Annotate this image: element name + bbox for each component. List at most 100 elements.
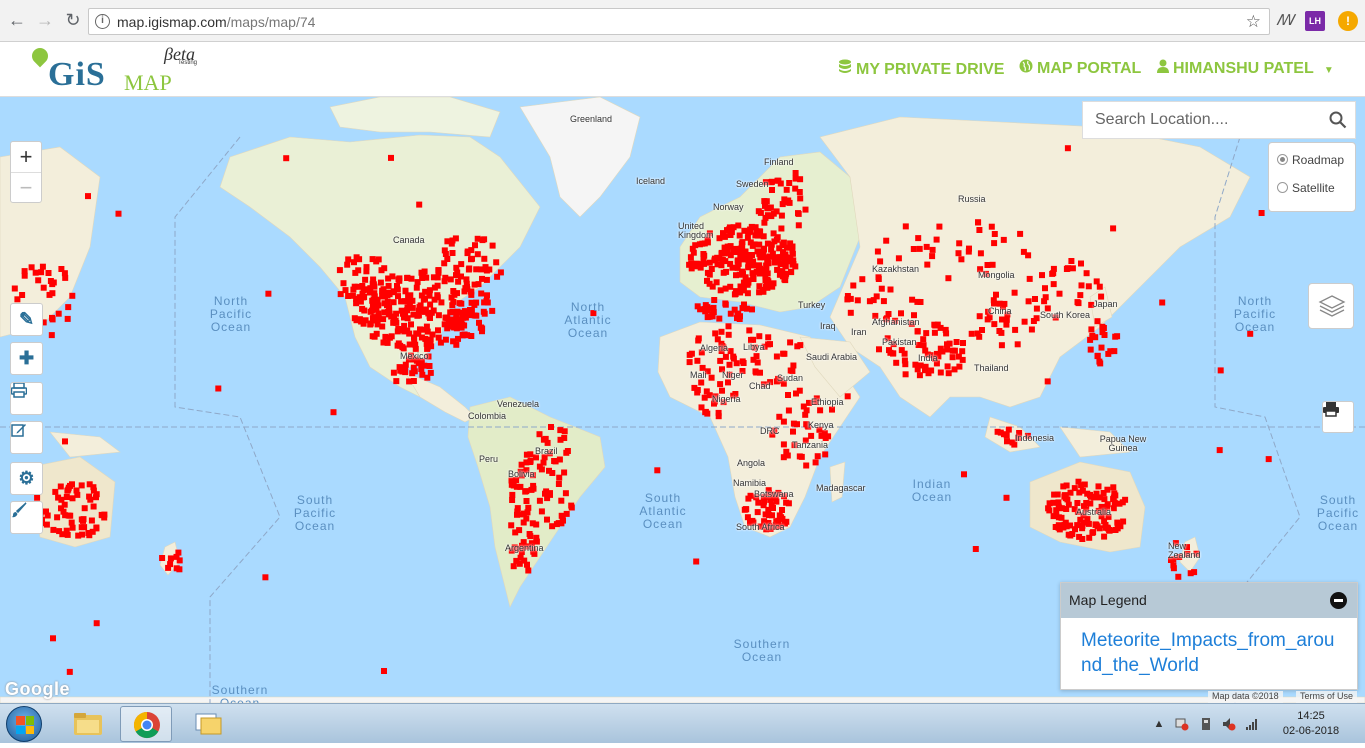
- meteorite-marker[interactable]: [1061, 493, 1068, 500]
- meteorite-marker[interactable]: [393, 310, 400, 317]
- meteorite-marker[interactable]: [410, 378, 417, 384]
- meteorite-marker[interactable]: [1056, 290, 1063, 297]
- meteorite-marker[interactable]: [844, 393, 851, 400]
- meteorite-marker[interactable]: [988, 223, 995, 230]
- meteorite-marker[interactable]: [968, 330, 975, 337]
- meteorite-marker[interactable]: [785, 407, 792, 414]
- meteorite-marker[interactable]: [1054, 491, 1061, 498]
- meteorite-marker[interactable]: [443, 314, 450, 321]
- meteorite-marker[interactable]: [757, 209, 764, 216]
- meteorite-marker[interactable]: [386, 304, 393, 311]
- meteorite-marker[interactable]: [742, 248, 749, 255]
- meteorite-marker[interactable]: [689, 245, 696, 252]
- meteorite-marker[interactable]: [1069, 265, 1076, 272]
- url-text[interactable]: map.igismap.com/maps/map/74: [117, 14, 315, 30]
- meteorite-marker[interactable]: [473, 299, 480, 306]
- meteorite-marker[interactable]: [54, 514, 61, 521]
- meteorite-marker[interactable]: [721, 250, 728, 257]
- meteorite-marker[interactable]: [750, 258, 757, 265]
- meteorite-marker[interactable]: [883, 237, 890, 244]
- meteorite-marker[interactable]: [1012, 326, 1019, 333]
- taskbar-chrome[interactable]: [120, 706, 172, 742]
- meteorite-marker[interactable]: [780, 454, 787, 461]
- meteorite-marker[interactable]: [468, 256, 474, 263]
- nav-private-drive[interactable]: MY PRIVATE DRIVE: [838, 59, 1004, 79]
- meteorite-marker[interactable]: [336, 267, 343, 274]
- meteorite-marker[interactable]: [746, 327, 753, 334]
- meteorite-marker[interactable]: [761, 254, 768, 261]
- meteorite-marker[interactable]: [787, 339, 794, 346]
- meteorite-marker[interactable]: [173, 553, 180, 560]
- meteorite-marker[interactable]: [368, 307, 375, 314]
- meteorite-marker[interactable]: [426, 363, 433, 369]
- meteorite-marker[interactable]: [1011, 289, 1018, 296]
- meteorite-marker[interactable]: [67, 512, 74, 519]
- meteorite-marker[interactable]: [767, 204, 774, 211]
- meteorite-marker[interactable]: [955, 250, 962, 257]
- meteorite-marker[interactable]: [430, 274, 437, 281]
- meteorite-marker[interactable]: [753, 228, 760, 235]
- meteorite-marker[interactable]: [783, 270, 790, 277]
- meteorite-marker[interactable]: [795, 210, 802, 217]
- meteorite-marker[interactable]: [558, 520, 565, 527]
- meteorite-marker[interactable]: [1003, 494, 1010, 501]
- meteorite-marker[interactable]: [1063, 482, 1070, 489]
- meteorite-marker[interactable]: [167, 555, 174, 562]
- meteorite-marker[interactable]: [46, 291, 53, 298]
- meteorite-marker[interactable]: [522, 488, 529, 495]
- meteorite-marker[interactable]: [1014, 341, 1021, 348]
- meteorite-marker[interactable]: [716, 315, 723, 322]
- taskbar-windows[interactable]: [182, 706, 234, 742]
- meteorite-marker[interactable]: [936, 223, 943, 230]
- meteorite-marker[interactable]: [966, 245, 972, 252]
- meteorite-marker[interactable]: [850, 282, 857, 289]
- meteorite-marker[interactable]: [937, 369, 944, 376]
- meteorite-marker[interactable]: [1075, 300, 1082, 307]
- meteorite-marker[interactable]: [700, 257, 707, 263]
- meteorite-marker[interactable]: [778, 225, 785, 232]
- meteorite-marker[interactable]: [711, 297, 718, 303]
- meteorite-marker[interactable]: [47, 278, 54, 284]
- meteorite-marker[interactable]: [694, 357, 701, 364]
- meteorite-marker[interactable]: [1159, 299, 1166, 306]
- meteorite-marker[interactable]: [959, 356, 966, 363]
- meteorite-marker[interactable]: [552, 458, 559, 465]
- meteorite-marker[interactable]: [958, 256, 965, 263]
- meteorite-marker[interactable]: [413, 284, 420, 291]
- meteorite-marker[interactable]: [870, 297, 877, 304]
- style-tool-button[interactable]: [10, 501, 43, 534]
- meteorite-marker[interactable]: [356, 316, 363, 323]
- meteorite-marker[interactable]: [359, 283, 366, 289]
- meteorite-marker[interactable]: [781, 350, 788, 357]
- meteorite-marker[interactable]: [960, 340, 966, 346]
- meteorite-marker[interactable]: [417, 302, 424, 309]
- meteorite-marker[interactable]: [976, 313, 983, 320]
- meteorite-marker[interactable]: [724, 227, 730, 234]
- meteorite-marker[interactable]: [717, 287, 724, 294]
- meteorite-marker[interactable]: [704, 307, 711, 314]
- meteorite-marker[interactable]: [686, 359, 693, 366]
- meteorite-marker[interactable]: [32, 269, 39, 276]
- meteorite-marker[interactable]: [779, 253, 786, 260]
- meteorite-marker[interactable]: [780, 441, 787, 448]
- meteorite-marker[interactable]: [990, 297, 997, 304]
- meteorite-marker[interactable]: [796, 453, 803, 460]
- meteorite-marker[interactable]: [715, 413, 722, 420]
- meteorite-marker[interactable]: [785, 392, 791, 398]
- meteorite-marker[interactable]: [945, 370, 952, 377]
- meteorite-marker[interactable]: [90, 503, 97, 510]
- meteorite-marker[interactable]: [19, 292, 26, 298]
- meteorite-marker[interactable]: [558, 497, 565, 504]
- meteorite-marker[interactable]: [435, 327, 441, 334]
- meteorite-marker[interactable]: [1063, 266, 1070, 272]
- meteorite-marker[interactable]: [1039, 272, 1045, 279]
- meteorite-marker[interactable]: [991, 321, 998, 328]
- meteorite-marker[interactable]: [817, 407, 824, 414]
- caret-down-icon[interactable]: ▼: [1324, 65, 1334, 76]
- meteorite-marker[interactable]: [874, 248, 881, 255]
- meteorite-marker[interactable]: [512, 529, 519, 536]
- meteorite-marker[interactable]: [1050, 281, 1057, 288]
- meteorite-marker[interactable]: [1064, 145, 1071, 152]
- meteorite-marker[interactable]: [483, 276, 490, 283]
- meteorite-marker[interactable]: [34, 494, 41, 501]
